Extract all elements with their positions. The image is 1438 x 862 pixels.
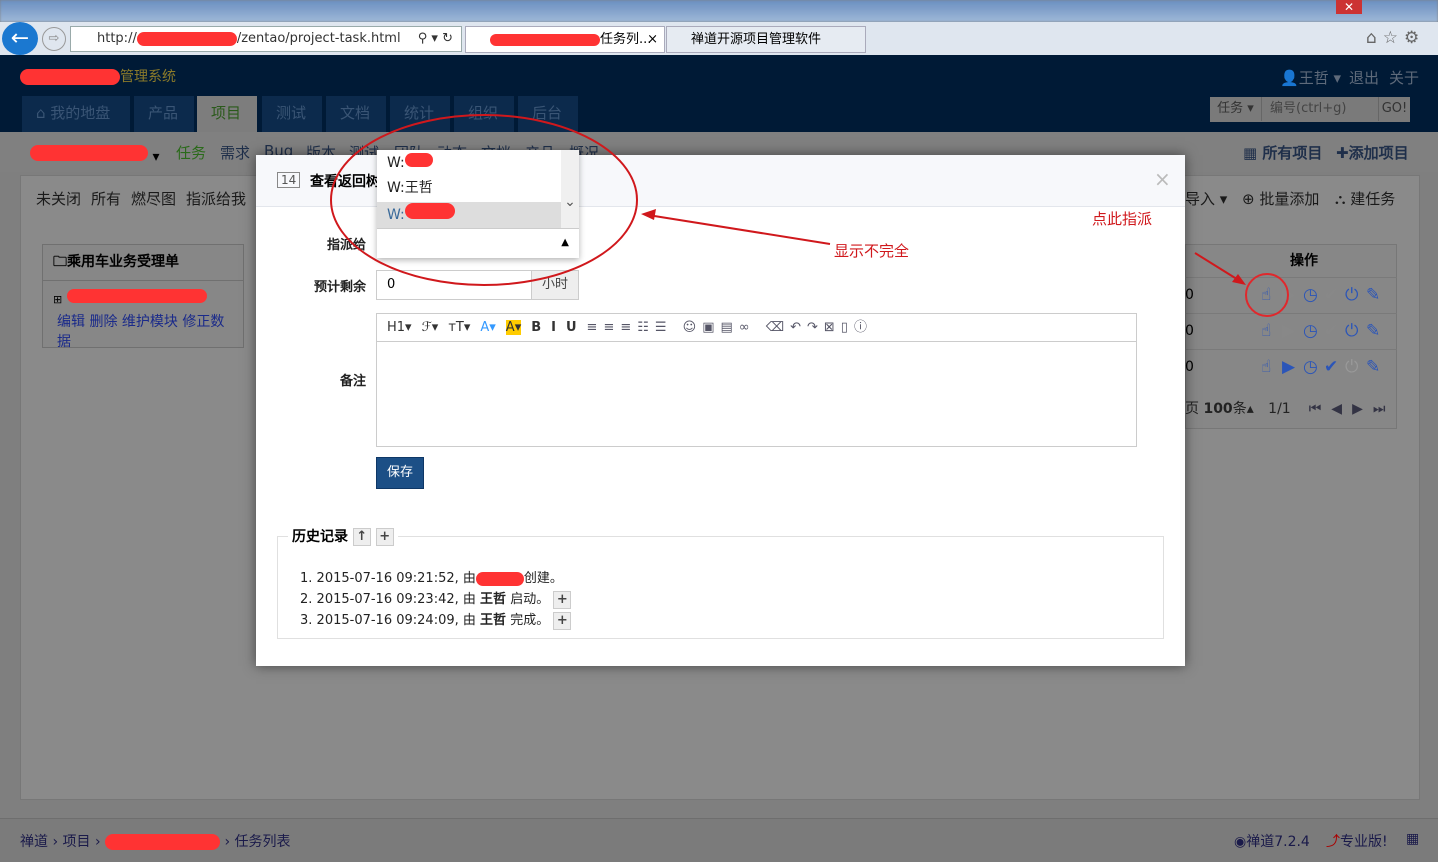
annotation-arrow: [1194, 252, 1241, 282]
annotation-arrowhead: [1232, 274, 1246, 285]
annotation-arrow: [647, 214, 831, 245]
annotation-incomplete: 显示不完全: [834, 242, 910, 260]
annotation-ellipse: [330, 114, 638, 286]
annotation-arrowhead: [641, 209, 656, 220]
annotation-circle: [1245, 273, 1289, 317]
annotation-click-assign: 点此指派: [1092, 210, 1153, 228]
annotation-layer: [330, 114, 1289, 317]
